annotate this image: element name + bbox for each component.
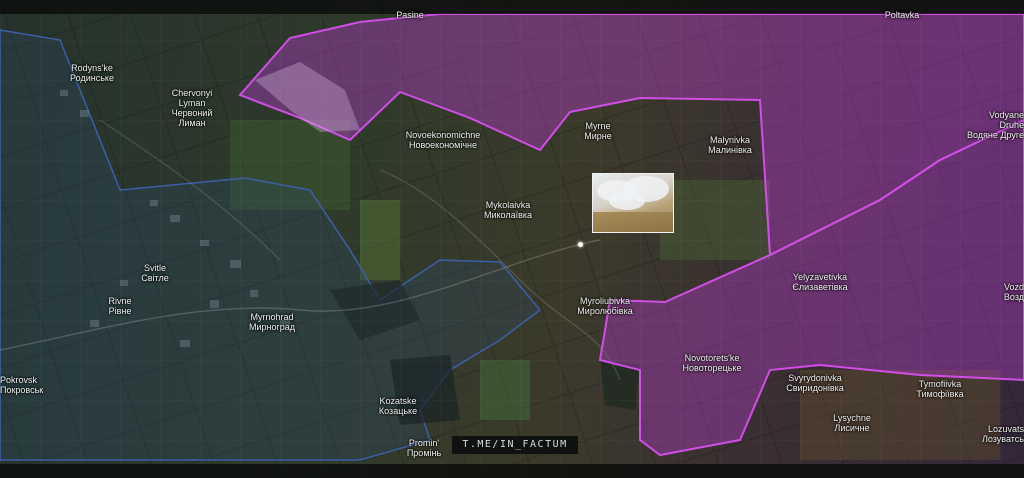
place-label-lozuvatske: Lozuvats Лозуватсь xyxy=(981,424,1024,444)
place-label-vodyane-druhe: Vodyane Druhe Водяне Друге xyxy=(966,110,1024,140)
place-label-novotoretske: Novotorets'ke Новоторецьке xyxy=(682,353,742,373)
place-label-mykolaivka: Mykolaivka Миколаївка xyxy=(483,200,533,220)
place-label-rivne: Rivne Рівне xyxy=(108,296,132,316)
place-label-novoekonomichne: Novoekonomichne Новоекономічне xyxy=(405,130,481,150)
place-label-chervonyi-lyman: Chervonyi Lyman Червоний Лиман xyxy=(171,88,213,128)
terrain-layer xyxy=(0,0,1024,478)
place-label-vozd: Vozd Возд xyxy=(1003,282,1024,302)
place-label-pokrovsk: Pokrovsk Покровськ xyxy=(0,375,44,395)
place-label-malynivka: Malynivka Малинівка xyxy=(708,135,752,155)
place-label-lysychne: Lysychne Лисичне xyxy=(833,413,871,433)
place-label-promin: Promin' Промінь xyxy=(406,438,442,458)
place-label-myrnohrad: Myrnohrad Мирноград xyxy=(248,312,296,332)
place-label-svyrydonivka: Svyrydonivka Свиридонівка xyxy=(786,373,844,393)
frame-top xyxy=(0,0,1024,14)
place-label-pasine: Pasine xyxy=(396,10,424,20)
place-label-kozatske: Kozatske Козацьке xyxy=(378,396,418,416)
place-label-yelyzavetivka: Yelyzavetivka Єлизаветівка xyxy=(792,272,848,292)
place-label-poltavka: Poltavka xyxy=(884,10,920,20)
location-marker xyxy=(578,242,583,247)
frame-bottom xyxy=(0,464,1024,478)
satellite-map[interactable]: Pasine Poltavka Rodyns'ke Родинське Cherv… xyxy=(0,0,1024,478)
inset-photo[interactable] xyxy=(592,173,674,233)
place-label-myroliubivka: Myroliubivka Миролюбівка xyxy=(577,296,633,316)
place-label-tymofiivka: Tymofiivka Тимофіївка xyxy=(916,379,964,399)
place-label-myrne: Myrne Мирне xyxy=(584,121,612,141)
place-label-rodynske: Rodyns'ke Родинське xyxy=(70,63,114,83)
place-label-svitle: Svitle Світле xyxy=(141,263,169,283)
watermark: T.ME/IN_FACTUM xyxy=(452,436,578,454)
